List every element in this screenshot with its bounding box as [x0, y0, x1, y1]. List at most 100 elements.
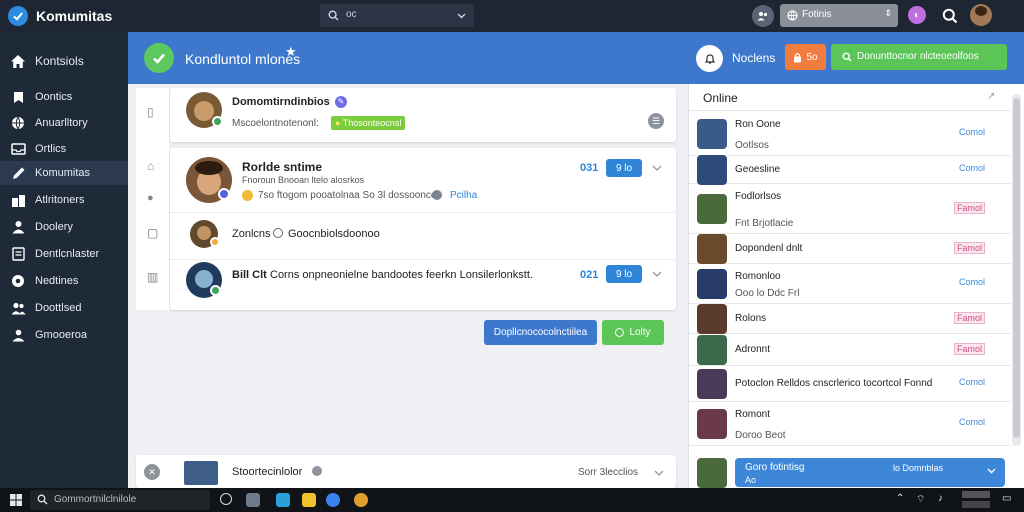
clock-date[interactable] [962, 501, 990, 508]
windows-start-icon[interactable] [10, 494, 22, 506]
chat-bar[interactable]: Goro fotintisg Ao lo Domnblas [735, 458, 1005, 487]
reply-badge-button[interactable]: 9 lo [606, 265, 642, 283]
user-avatar[interactable] [970, 4, 992, 26]
filter-select[interactable]: Fotinis ⇕ [780, 4, 898, 27]
online-user-tag[interactable]: Comol [959, 417, 985, 427]
sidebar-item-ortlics[interactable]: Ortlics [0, 137, 128, 161]
reaction-count: 031 [580, 162, 599, 174]
online-user-avatar[interactable] [697, 194, 727, 224]
online-user-avatar[interactable] [697, 155, 727, 185]
file-explorer-icon[interactable] [246, 493, 260, 507]
sidebar-item-doolery[interactable]: Doolery [0, 215, 128, 239]
bookmark-icon [10, 89, 26, 105]
building-icon [10, 192, 26, 208]
folder-icon[interactable] [302, 493, 316, 507]
clock-time[interactable] [962, 491, 990, 498]
online-user-avatar[interactable] [697, 409, 727, 439]
chevron-down-icon[interactable] [987, 468, 996, 474]
trash-icon[interactable]: ▥ [147, 270, 158, 284]
reply-badge-button[interactable]: 9 lo [606, 159, 642, 177]
close-icon[interactable]: ✕ [144, 464, 160, 480]
notification-center-icon[interactable]: ▭ [1002, 493, 1011, 504]
bell-icon[interactable]: ⌂ [147, 159, 154, 173]
search-icon [328, 10, 339, 21]
taskbar-search-input[interactable]: Gommortnilclnilole [30, 490, 210, 510]
chevron-down-icon[interactable] [654, 470, 664, 476]
volume-icon[interactable]: ♪ [938, 493, 943, 504]
more-options-icon[interactable]: ☰ [648, 113, 664, 129]
notifications-label: Noclens [732, 51, 776, 65]
secondary-action-button[interactable]: Lolty [602, 320, 664, 345]
online-user-tag[interactable]: Famol [953, 202, 985, 214]
online-list-item[interactable]: Romont Doroo Beot Comol [689, 402, 1011, 446]
online-panel-title: Online [703, 91, 738, 105]
post-meta: Mscoelontnotenonl: [232, 118, 319, 129]
sidebar-item-komumitas[interactable]: Komumitas [0, 161, 128, 185]
online-list-item[interactable]: Ron Oone Ootlsos Comol [689, 112, 1011, 156]
status-icon-button[interactable]: ◐ [908, 6, 926, 24]
online-user-avatar[interactable] [697, 234, 727, 264]
chat-avatar[interactable] [697, 458, 727, 488]
sidebar-item-label: Doolery [35, 221, 73, 233]
chevron-down-icon[interactable] [652, 271, 662, 277]
sidebar-item-atlritoners[interactable]: Atlritoners [0, 188, 128, 212]
notifications-button[interactable] [696, 45, 723, 72]
online-user-tag[interactable]: Comol [959, 163, 985, 173]
online-list-item[interactable]: Potoclon Relldos cnscrlerico tocortcol F… [689, 366, 1011, 402]
primary-action-button[interactable]: Dopllcnococolnctiilea [484, 320, 597, 345]
sidebar-item-doottlsed[interactable]: Doottlsed [0, 296, 128, 320]
sidebar-item-dentlcnlaster[interactable]: Dentlcnlaster [0, 242, 128, 266]
gear-icon[interactable]: ● [147, 192, 154, 204]
online-user-tag[interactable]: Famol [953, 312, 985, 324]
people-icon-button[interactable] [752, 5, 774, 27]
star-icon[interactable]: ★ [285, 44, 297, 60]
sidebar-item-home[interactable]: Kontsiols [0, 49, 128, 73]
expand-icon[interactable]: ↗ [987, 91, 995, 102]
online-user-avatar[interactable] [697, 269, 727, 299]
search-icon[interactable] [942, 8, 958, 24]
online-user-avatar[interactable] [697, 335, 727, 365]
green-action-button[interactable]: Donunttocnor nlcteoeolfoos [831, 44, 1007, 70]
online-user-status: Fnt Brjotlacie [735, 218, 794, 229]
sidebar-item-anuarlltory[interactable]: Anuarlltory [0, 111, 128, 135]
task-view-icon[interactable] [220, 493, 232, 505]
network-icon[interactable]: ⌔ [916, 493, 925, 506]
clock-icon [273, 228, 283, 238]
online-list-item[interactable]: Rolons Famol [689, 304, 1011, 334]
online-user-name: Romont [735, 409, 771, 420]
sidebar-item-oontics[interactable]: Oontics [0, 85, 128, 109]
online-user-tag[interactable]: Comol [959, 127, 985, 137]
post-thumbnail[interactable] [184, 461, 218, 485]
search-input[interactable]: oc [320, 4, 474, 27]
chrome-icon[interactable] [354, 493, 368, 507]
sidebar-item-nedtines[interactable]: Nedtines [0, 269, 128, 293]
sidebar-item-gmooeroa[interactable]: Gmooeroa [0, 323, 128, 347]
online-user-avatar[interactable] [697, 369, 727, 399]
bell-icon [704, 53, 715, 64]
online-user-tag[interactable]: Comol [959, 377, 985, 387]
online-user-status: Doroo Beot [735, 430, 786, 441]
online-list-item[interactable]: Adronnt Famol [689, 334, 1011, 366]
online-list-item[interactable]: Dopondenl dnlt Famol [689, 234, 1011, 264]
store-icon[interactable] [276, 493, 290, 507]
sidebar-item-label: Dentlcnlaster [35, 248, 100, 260]
post-link[interactable]: Pcilha [450, 190, 477, 201]
divider [689, 110, 1011, 111]
online-user-avatar[interactable] [697, 304, 727, 334]
page-title: Kondluntol mlones [185, 51, 301, 67]
orange-action-button[interactable]: 5o [785, 44, 826, 70]
scrollbar[interactable] [1012, 94, 1021, 446]
online-user-tag[interactable]: Famol [953, 242, 985, 254]
edge-icon[interactable] [326, 493, 340, 507]
online-user-tag[interactable]: Famol [953, 343, 985, 355]
chevron-down-icon[interactable] [652, 165, 662, 171]
document-icon[interactable]: ▯ [147, 105, 154, 119]
online-status-dot [218, 188, 230, 200]
online-list-item[interactable]: Fodlorlsos Fnt Brjotlacie Famol [689, 184, 1011, 234]
online-user-tag[interactable]: Comol [959, 277, 985, 287]
tray-chevron-icon[interactable]: ⌃ [896, 493, 904, 504]
online-list-item[interactable]: Geoesline Comol [689, 155, 1011, 185]
checkbox-icon[interactable]: ▢ [147, 226, 158, 240]
online-list-item[interactable]: Romonloo Ooo lo Ddc Frl Comol [689, 264, 1011, 304]
online-user-avatar[interactable] [697, 119, 727, 149]
